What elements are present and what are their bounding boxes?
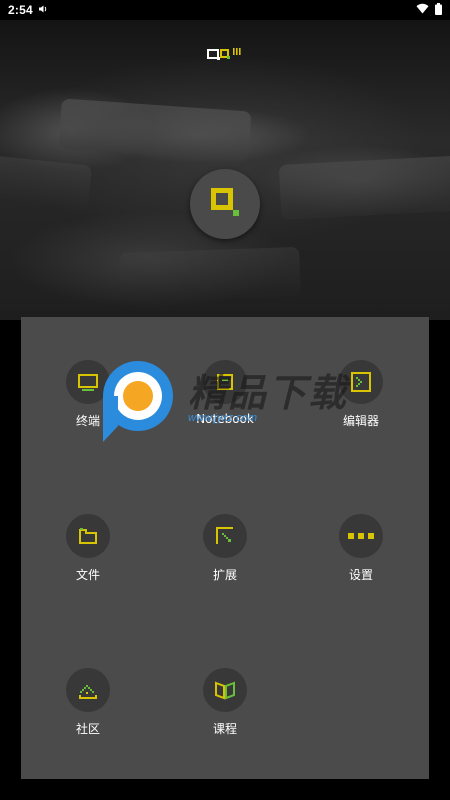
menu-item-label: Notebook bbox=[196, 412, 254, 426]
editor-icon bbox=[339, 360, 383, 404]
menu-item-label: 文件 bbox=[75, 568, 100, 582]
menu-panel: 终端 Notebook 编辑器 文件 扩展 设置 社区 课程 bbox=[21, 317, 429, 779]
terminal-icon bbox=[66, 360, 110, 404]
pixel-logo-icon bbox=[207, 46, 243, 65]
status-time: 2:54 bbox=[8, 3, 33, 17]
menu-item-notebook[interactable]: Notebook bbox=[170, 360, 280, 450]
menu-item-files[interactable]: 文件 bbox=[33, 514, 143, 604]
app-logo-icon bbox=[209, 186, 241, 222]
menu-item-label: 编辑器 bbox=[342, 414, 379, 428]
keyboard-key bbox=[58, 98, 252, 162]
menu-item-label: 终端 bbox=[75, 414, 100, 428]
status-bar: 2:54 bbox=[0, 0, 450, 20]
notebook-icon bbox=[203, 360, 247, 404]
volume-icon bbox=[38, 3, 48, 17]
menu-item-label: 社区 bbox=[75, 722, 100, 736]
menu-item-extensions[interactable]: 扩展 bbox=[170, 514, 280, 604]
wifi-icon bbox=[416, 3, 429, 17]
keyboard-key bbox=[0, 154, 93, 211]
menu-item-settings[interactable]: 设置 bbox=[306, 514, 416, 604]
keyboard-key bbox=[278, 155, 450, 220]
keyboard-key bbox=[119, 246, 301, 304]
app-logo-button[interactable] bbox=[190, 169, 260, 239]
folder-icon bbox=[66, 514, 110, 558]
battery-icon bbox=[435, 2, 442, 18]
menu-item-community[interactable]: 社区 bbox=[33, 668, 143, 758]
menu-item-terminal[interactable]: 终端 bbox=[33, 360, 143, 450]
book-icon bbox=[203, 668, 247, 712]
menu-item-editor[interactable]: 编辑器 bbox=[306, 360, 416, 450]
menu-item-label: 设置 bbox=[348, 568, 373, 582]
menu-item-label: 扩展 bbox=[212, 568, 237, 582]
community-icon bbox=[66, 668, 110, 712]
settings-icon bbox=[339, 514, 383, 558]
menu-item-label: 课程 bbox=[212, 722, 237, 736]
menu-item-courses[interactable]: 课程 bbox=[170, 668, 280, 758]
extension-icon bbox=[203, 514, 247, 558]
